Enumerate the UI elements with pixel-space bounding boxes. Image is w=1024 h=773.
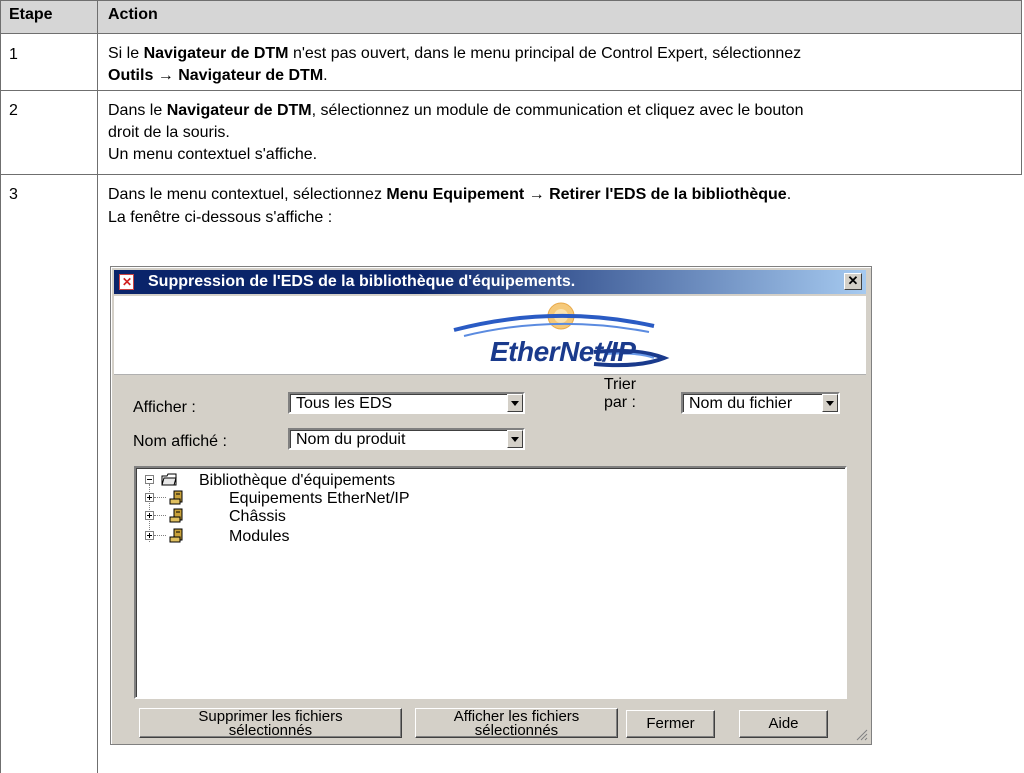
nom-affiche-select[interactable]: Nom du produit (288, 428, 525, 450)
chevron-down-icon[interactable] (507, 430, 523, 448)
table-border (0, 0, 1022, 1)
table-border (1021, 0, 1022, 175)
trier-label: Trier par : (603, 376, 637, 411)
expand-icon[interactable] (145, 511, 154, 520)
table-border (0, 90, 1022, 91)
header-action: Action (108, 6, 158, 23)
chevron-down-icon[interactable] (822, 394, 838, 412)
table-border (0, 33, 1022, 34)
dialog-title-bar[interactable]: ✕ Suppression de l'EDS de la bibliothèqu… (114, 270, 866, 294)
close-button[interactable]: ✕ (844, 273, 862, 290)
nom-affiche-select-value: Nom du produit (296, 431, 406, 448)
tree-item[interactable]: Equipements EtherNet/IP (229, 490, 410, 508)
tree-root-label[interactable]: Bibliothèque d'équipements (199, 472, 395, 490)
resize-grip-icon[interactable] (856, 729, 868, 741)
tree-guide (154, 535, 166, 536)
afficher-label: Afficher : (133, 399, 196, 416)
help-button[interactable]: Aide (739, 710, 828, 738)
ethernetip-banner: EtherNet/IP (114, 296, 866, 375)
step-number: 2 (9, 102, 18, 119)
expand-icon[interactable] (145, 531, 154, 540)
ethernetip-logo-text: EtherNet/IP (490, 336, 636, 367)
close-dialog-button[interactable]: Fermer (626, 710, 715, 738)
eds-removal-dialog: ✕ Suppression de l'EDS de la bibliothèqu… (110, 266, 872, 745)
tree-item[interactable]: Châssis (229, 508, 286, 526)
step-number: 3 (9, 186, 18, 203)
afficher-select[interactable]: Tous les EDS (288, 392, 525, 414)
step-1-text: Si le Navigateur de DTM n'est pas ouvert… (108, 45, 802, 84)
tree-item[interactable]: Modules (229, 528, 289, 546)
trier-select-value: Nom du fichier (689, 395, 793, 412)
afficher-select-value: Tous les EDS (296, 395, 393, 412)
table-border (0, 0, 1, 773)
app-icon: ✕ (119, 274, 134, 290)
device-icon (169, 528, 183, 543)
collapse-icon[interactable] (145, 475, 154, 484)
dialog-title: Suppression de l'EDS de la bibliothèque … (148, 273, 576, 290)
step-2-text: Dans le Navigateur de DTM, sélectionnez … (108, 102, 804, 163)
device-icon (169, 490, 183, 505)
table-border (97, 0, 98, 773)
device-icon (169, 508, 183, 523)
step-number: 1 (9, 46, 18, 63)
show-selected-files-button[interactable]: Afficher les fichiers sélectionnés (415, 708, 618, 738)
tree-guide (154, 497, 166, 498)
trier-select[interactable]: Nom du fichier (681, 392, 840, 414)
tree-guide (154, 515, 166, 516)
table-border (0, 174, 1022, 175)
delete-selected-files-button[interactable]: Supprimer les fichiers sélectionnés (139, 708, 402, 738)
device-library-tree[interactable]: Bibliothèque d'équipements Equipements E… (134, 466, 847, 699)
folder-icon (161, 473, 177, 486)
chevron-down-icon[interactable] (507, 394, 523, 412)
nom-affiche-label: Nom affiché : (133, 433, 227, 450)
header-etape: Etape (9, 6, 53, 23)
expand-icon[interactable] (145, 493, 154, 502)
